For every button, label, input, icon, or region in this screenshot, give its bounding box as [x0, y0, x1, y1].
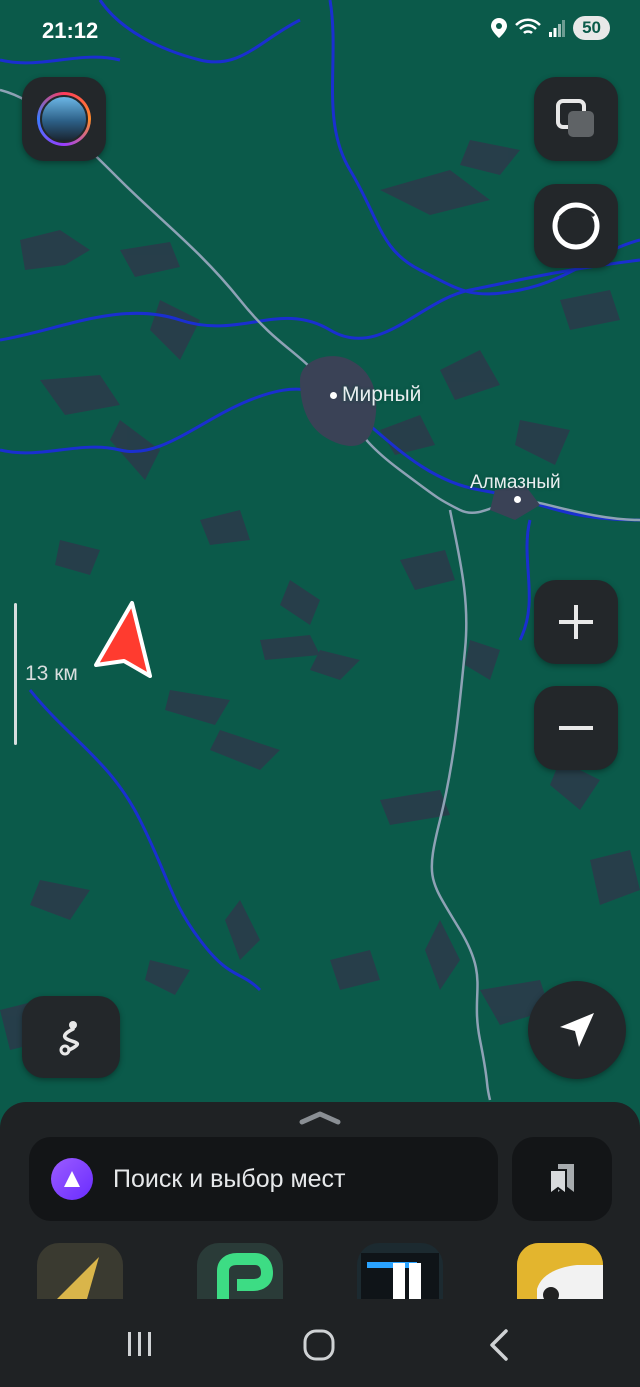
status-icons: 50: [491, 16, 610, 40]
sheet-handle-icon[interactable]: [298, 1110, 342, 1126]
plus-icon: [559, 605, 593, 639]
taxi-app-tile[interactable]: [517, 1243, 603, 1299]
avatar: [37, 92, 91, 146]
zoom-out-button[interactable]: [534, 686, 618, 770]
alice-icon: [552, 202, 600, 250]
zoom-in-button[interactable]: [534, 580, 618, 664]
bookmark-icon: [549, 1164, 574, 1196]
alice-search-icon[interactable]: [51, 1158, 93, 1200]
search-placeholder[interactable]: Поиск и выбор мест: [113, 1165, 346, 1194]
scale-label: 13 км: [25, 662, 78, 685]
my-location-button[interactable]: [528, 981, 626, 1079]
city-label-almazny[interactable]: Алмазный: [470, 472, 561, 494]
parking-icon: [217, 1253, 274, 1299]
parking-app-tile[interactable]: [197, 1243, 283, 1299]
alice-button[interactable]: [534, 184, 618, 268]
taxi-icon: [517, 1243, 603, 1299]
city-dot-almazny: [514, 496, 521, 503]
signal-icon: [549, 20, 566, 37]
city-label-mirny[interactable]: Мирный: [342, 383, 421, 407]
route-button[interactable]: [22, 996, 120, 1078]
city-dot-mirny: [330, 392, 337, 399]
layers-button[interactable]: [534, 77, 618, 161]
layers-icon: [556, 99, 594, 137]
navigator-app-tile[interactable]: [37, 1243, 123, 1299]
metro-app-tile[interactable]: [357, 1243, 443, 1299]
route-icon: [59, 1021, 80, 1056]
minus-icon: [559, 726, 593, 730]
metro-icon: [361, 1253, 439, 1299]
recent-apps-icon[interactable]: [124, 1328, 156, 1360]
bookmarks-button[interactable]: [512, 1137, 612, 1221]
search-bar[interactable]: Поиск и выбор мест: [29, 1137, 498, 1221]
avatar-image: [40, 95, 88, 143]
locate-icon: [560, 1013, 594, 1047]
home-icon[interactable]: [302, 1328, 336, 1362]
battery-indicator: 50: [573, 16, 610, 40]
back-icon[interactable]: [484, 1328, 514, 1362]
status-time: 21:12: [42, 18, 99, 43]
profile-button[interactable]: [22, 77, 106, 161]
navigator-icon: [57, 1257, 99, 1299]
scale-bar: [14, 603, 17, 745]
wifi-icon: [515, 18, 541, 34]
location-icon: [491, 18, 508, 38]
